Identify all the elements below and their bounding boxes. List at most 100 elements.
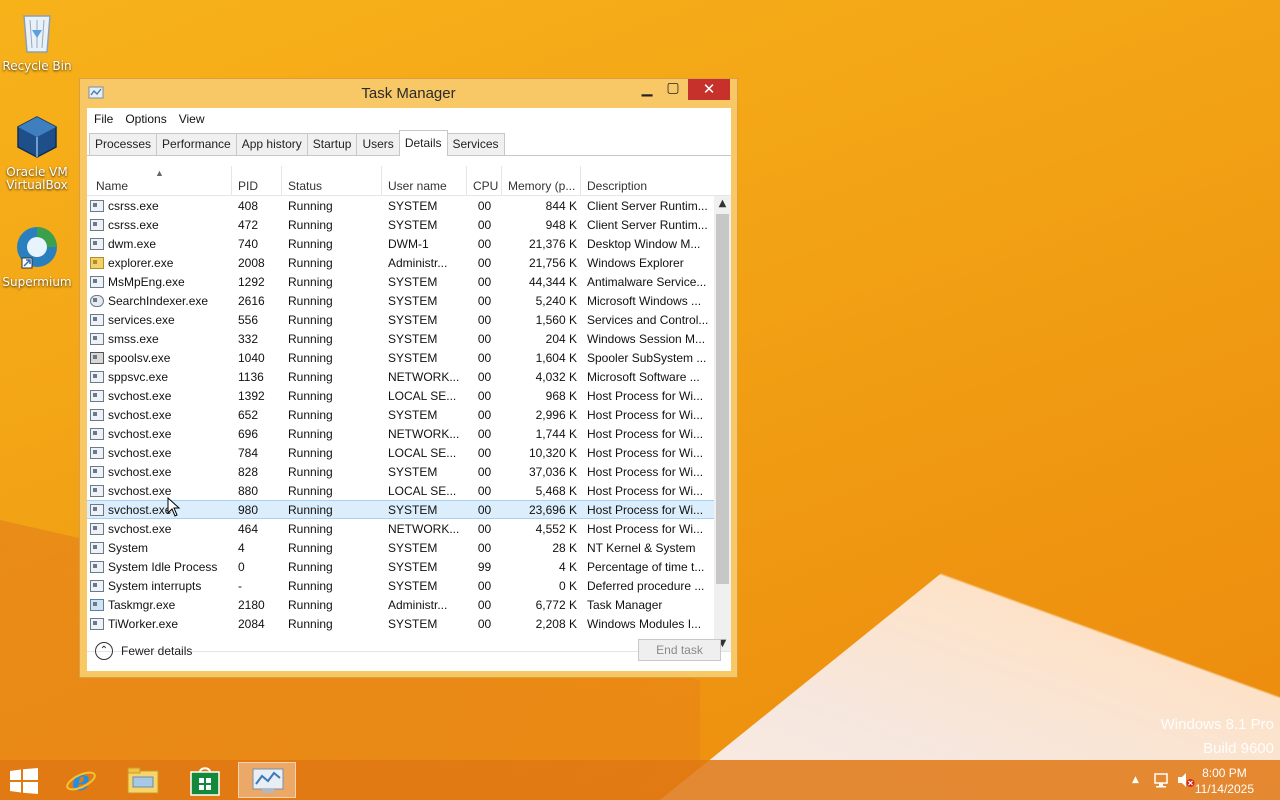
table-row[interactable]: TiWorker.exe 2084 Running SYSTEM 00 2,208 K Wi… [87,614,731,633]
taskbar-store[interactable] [176,762,234,798]
process-name: svchost.exe [108,388,172,403]
process-cpu-cell: 00 [477,464,492,479]
process-cpu-cell: 00 [477,445,492,460]
scroll-up-icon[interactable]: ▲ [714,198,731,209]
taskbar-file-explorer[interactable] [114,762,172,798]
table-row[interactable]: Taskmgr.exe 2180 Running Administr... 00 6,77… [87,595,731,614]
process-desc-cell: NT Kernel & System [587,540,696,555]
scrollbar-thumb[interactable] [716,214,729,584]
process-cpu-cell: 00 [477,426,492,441]
process-user-cell: SYSTEM [388,540,438,555]
show-hidden-icons-icon[interactable]: ▲ [1132,775,1139,785]
tab-strip: Processes Performance App history Startu… [87,130,731,156]
process-desc-cell: Host Process for Wi... [587,445,704,460]
tab-startup[interactable]: Startup [306,133,358,155]
taskbar-task-manager[interactable] [238,762,296,798]
table-row[interactable]: System Idle Process 0 Running SYSTEM 99 4 K Pe… [87,557,731,576]
table-row[interactable]: System interrupts - Running SYSTEM 00 0 K Defe… [87,576,731,595]
table-row[interactable]: explorer.exe 2008 Running Administr... 00 21,… [87,253,731,272]
table-row[interactable]: dwm.exe 740 Running DWM-1 00 21,376 K Desktop … [87,234,731,253]
table-row[interactable]: svchost.exe 880 Running LOCAL SE... 00 5,468 … [87,481,731,500]
desktop-icon-recycle-bin[interactable]: Recycle Bin [1,8,73,73]
process-status-cell: Running [288,578,333,593]
table-row[interactable]: SearchIndexer.exe 2616 Running SYSTEM 00 5,24… [87,291,731,310]
mouse-cursor-icon [167,497,181,517]
table-row[interactable]: MsMpEng.exe 1292 Running SYSTEM 00 44,344 K An… [87,272,731,291]
process-mem-cell: 4,032 K [535,369,577,384]
process-name: svchost.exe [108,502,172,517]
table-row[interactable]: svchost.exe 980 Running SYSTEM 00 23,696 K Hos… [87,500,731,519]
application-icon [90,389,104,402]
table-row[interactable]: sppsvc.exe 1136 Running NETWORK... 00 4,032 K… [87,367,731,386]
process-desc-cell: Services and Control... [587,312,709,327]
desktop-icon-virtualbox[interactable]: Oracle VM VirtualBox [1,114,73,192]
menu-view[interactable]: View [179,112,205,126]
process-name-cell: svchost.exe [87,389,232,403]
column-header-status[interactable]: Status [282,166,382,195]
vertical-scrollbar[interactable]: ▲ ▼ [714,196,731,651]
minimize-button[interactable]: ▁ [636,81,658,102]
process-cpu-cell: 00 [477,521,492,536]
end-task-button[interactable]: End task [638,639,721,661]
process-name-cell: csrss.exe [87,199,232,213]
process-name-cell: smss.exe [87,332,232,346]
table-row[interactable]: smss.exe 332 Running SYSTEM 00 204 K Windows S… [87,329,731,348]
table-row[interactable]: csrss.exe 408 Running SYSTEM 00 844 K Client S… [87,196,731,215]
column-header-user-name[interactable]: User name [382,166,467,195]
table-row[interactable]: svchost.exe 828 Running SYSTEM 00 37,036 K Hos… [87,462,731,481]
process-pid-cell: 2008 [238,255,265,270]
process-mem-cell: 4,552 K [535,521,577,536]
tab-app-history[interactable]: App history [235,133,308,155]
process-user-cell: SYSTEM [388,502,438,517]
process-desc-cell: Spooler SubSystem ... [587,350,707,365]
window-footer: ⌃ Fewer details End task [87,639,731,671]
process-status-cell: Running [288,350,333,365]
taskbar-internet-explorer[interactable]: e [52,762,110,798]
process-desc-cell: Desktop Window M... [587,236,701,251]
process-cpu-cell: 00 [477,198,492,213]
volume-muted-icon[interactable] [1177,772,1195,788]
process-desc-cell: Client Server Runtim... [587,198,708,213]
process-name-cell: MsMpEng.exe [87,275,232,289]
menu-file[interactable]: File [94,112,113,126]
column-header-memory[interactable]: Memory (p... [502,166,581,195]
title-bar[interactable]: Task Manager ▁ ▢ ✕ [80,79,737,107]
tab-users[interactable]: Users [356,133,400,155]
windows-start-icon[interactable] [10,768,38,794]
close-button[interactable]: ✕ [688,79,730,100]
task-manager-window: Task Manager ▁ ▢ ✕ File Options View Pro… [79,78,738,678]
fewer-details-link[interactable]: ⌃ Fewer details [95,642,192,660]
table-row[interactable]: System 4 Running SYSTEM 00 28 K NT Kernel & Sy… [87,538,731,557]
table-row[interactable]: svchost.exe 1392 Running LOCAL SE... 00 968 K… [87,386,731,405]
column-header-pid[interactable]: PID [232,166,282,195]
process-pid-cell: 332 [238,331,259,346]
process-name: svchost.exe [108,464,172,479]
tab-processes[interactable]: Processes [89,133,158,155]
tab-details[interactable]: Details [398,130,448,156]
system-clock[interactable]: 8:00 PM 11/14/2025 [1195,765,1254,797]
process-user-cell: SYSTEM [388,198,438,213]
table-row[interactable]: svchost.exe 696 Running NETWORK... 00 1,744 K… [87,424,731,443]
network-icon[interactable] [1153,772,1169,788]
process-name-cell: SearchIndexer.exe [87,294,232,308]
process-desc-cell: Windows Modules I... [587,616,702,631]
column-header-description[interactable]: Description [581,166,713,195]
table-row[interactable]: svchost.exe 652 Running SYSTEM 00 2,996 K Host… [87,405,731,424]
column-header-cpu[interactable]: CPU [467,166,502,195]
application-icon [90,503,104,516]
table-row[interactable]: svchost.exe 464 Running NETWORK... 00 4,552 K… [87,519,731,538]
process-status-cell: Running [288,521,333,536]
table-row[interactable]: svchost.exe 784 Running LOCAL SE... 00 10,320… [87,443,731,462]
maximize-button[interactable]: ▢ [662,80,684,101]
table-row[interactable]: spoolsv.exe 1040 Running SYSTEM 00 1,604 K Spo… [87,348,731,367]
process-pid-cell: 4 [238,540,245,555]
desktop-icon-supermium[interactable]: Supermium [1,224,73,289]
table-row[interactable]: services.exe 556 Running SYSTEM 00 1,560 K Ser… [87,310,731,329]
menu-options[interactable]: Options [125,112,166,126]
tab-performance[interactable]: Performance [156,133,237,155]
process-pid-cell: 880 [238,483,259,498]
process-name-cell: svchost.exe [87,465,232,479]
process-status-cell: Running [288,445,333,460]
table-row[interactable]: csrss.exe 472 Running SYSTEM 00 948 K Client S… [87,215,731,234]
tab-services[interactable]: Services [446,133,505,155]
